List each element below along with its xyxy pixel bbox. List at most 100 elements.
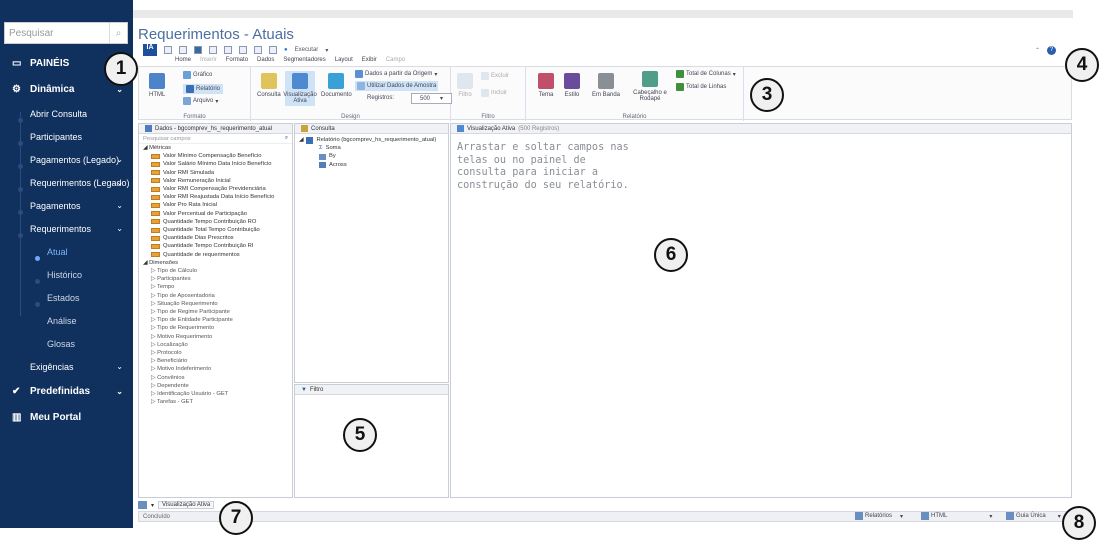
total-colunas-button[interactable]: Total de Colunas ▾	[676, 70, 736, 78]
metric-field[interactable]: Valor RMI Simulada	[143, 169, 292, 177]
chevron-down-icon[interactable]: ▾	[325, 47, 328, 54]
tab-visualizacao-ativa[interactable]: Visualização Ativa	[158, 501, 215, 509]
metric-field[interactable]: Quantidade Total Tempo Contribuição	[143, 226, 292, 234]
filtro-button[interactable]: Filtro	[457, 73, 473, 98]
tab-home[interactable]: Home	[175, 57, 191, 63]
dimension-node[interactable]: ▷ Beneficiário	[143, 357, 292, 365]
dimension-node[interactable]: ▷ Localização	[143, 341, 292, 349]
query-by[interactable]: By	[299, 152, 448, 160]
chevron-down-icon[interactable]: ▾	[151, 502, 154, 509]
tab-exibir[interactable]: Exibir	[362, 57, 377, 63]
collapse-ribbon-icon[interactable]: ⌃	[1035, 47, 1040, 54]
dimension-node[interactable]: ▷ Motivo Indeferimento	[143, 365, 292, 373]
tab-layout[interactable]: Layout	[335, 57, 353, 63]
redo-icon[interactable]	[224, 46, 232, 54]
search-icon[interactable]: ⌕	[285, 135, 288, 142]
dimension-node[interactable]: ▷ Tempo	[143, 283, 292, 291]
dimension-node[interactable]: ▷ Motivo Requerimento	[143, 333, 292, 341]
save-icon[interactable]	[194, 46, 202, 54]
metric-field[interactable]: Valor RMI Compensação Previdenciária	[143, 185, 292, 193]
metric-field[interactable]: Quantidade Dias Prescritos	[143, 234, 292, 242]
sidebar-item-meu-portal[interactable]: ▥ Meu Portal	[0, 404, 133, 430]
total-linhas-button[interactable]: Total de Linhas	[676, 83, 726, 91]
sigma-icon: Σ	[319, 145, 323, 152]
dimension-node[interactable]: ▷ Situação Requerimento	[143, 300, 292, 308]
dimension-node[interactable]: ▷ Tarefas - GET	[143, 398, 292, 406]
tema-button[interactable]: Tema	[538, 73, 554, 98]
app-logo-icon[interactable]: IA	[143, 44, 157, 56]
sidebar-item-estados[interactable]: Estados	[0, 286, 133, 309]
query-soma[interactable]: Σ Soma	[299, 144, 448, 152]
sidebar-item-predefinidas[interactable]: ✔ Predefinidas ⌄	[0, 378, 133, 404]
tab-formato[interactable]: Formato	[226, 57, 248, 63]
metric-field[interactable]: Quantidade Tempo Contribuição RO	[143, 218, 292, 226]
dados-origem-option[interactable]: Dados a partir da Origem ▾	[355, 70, 437, 78]
registros-input[interactable]: 500 ▾	[411, 93, 453, 104]
nav-dot	[18, 141, 23, 146]
dimension-node[interactable]: ▷ Dependente	[143, 382, 292, 390]
tab-campo[interactable]: Campo	[386, 57, 405, 63]
field-search[interactable]: Pesquisar campos ⌕	[139, 134, 292, 144]
arquivo-button[interactable]: Arquivo ▾	[183, 97, 218, 105]
dimension-node[interactable]: ▷ Participantes	[143, 275, 292, 283]
dimension-node[interactable]: ▷ Tipo de Regime Participante	[143, 308, 292, 316]
metric-field[interactable]: Valor Percentual de Participação	[143, 210, 292, 218]
visualizacao-ativa-button[interactable]: Visualização Ativa	[283, 71, 317, 106]
export-icon[interactable]	[269, 46, 277, 54]
html-select[interactable]: HTML ▾	[921, 512, 992, 520]
help-icon[interactable]: ?	[1047, 45, 1056, 55]
html-button[interactable]: HTML	[149, 73, 165, 98]
relatorios-select[interactable]: Relatórios ▾	[855, 512, 903, 520]
cabecalho-rodape-button[interactable]: Cabeçalho e Rodapé	[630, 71, 670, 102]
metric-field[interactable]: Valor Salário Mínimo Data Início Benefíc…	[143, 160, 292, 168]
view-menu-icon[interactable]	[138, 501, 147, 509]
dimension-node[interactable]: ▷ Tipo de Aposentadoria	[143, 292, 292, 300]
sidebar-item-analise[interactable]: Análise	[0, 309, 133, 332]
dimension-node[interactable]: ▷ Identificação Usuário - GET	[143, 390, 292, 398]
metric-field[interactable]: Quantidade de requerimentos	[143, 251, 292, 259]
run-icon[interactable]: ●	[284, 47, 288, 53]
open-icon[interactable]	[179, 46, 187, 54]
filter-icon	[457, 73, 473, 89]
estilo-button[interactable]: Estilo	[564, 73, 580, 98]
search-icon[interactable]	[239, 46, 247, 54]
dimension-node[interactable]: ▷ Protocolo	[143, 349, 292, 357]
executar-button[interactable]: Executar	[295, 47, 319, 53]
metric-field[interactable]: Valor Remuneração Inicial	[143, 177, 292, 185]
guia-select[interactable]: Guia Única ▾	[1006, 512, 1061, 520]
metric-field[interactable]: Valor Pro Rata Inicial	[143, 201, 292, 209]
dimension-node[interactable]: ▷ Tipo de Entidade Participante	[143, 316, 292, 324]
incluir-button[interactable]: Incluir	[481, 89, 507, 97]
dimensoes-node[interactable]: ◢ Dimensões	[143, 259, 292, 267]
excluir-button[interactable]: Excluir	[481, 72, 509, 80]
consulta-button[interactable]: Consulta	[257, 73, 281, 98]
field-search-input[interactable]: Pesquisar campos	[143, 136, 285, 142]
sidebar-item-atual[interactable]: Atual	[0, 240, 133, 263]
query-across[interactable]: Across	[299, 161, 448, 169]
metric-field[interactable]: Quantidade Tempo Contribuição RI	[143, 242, 292, 250]
sidebar-item-glosas[interactable]: Glosas	[0, 332, 133, 355]
em-banda-button[interactable]: Em Banda	[592, 73, 620, 98]
dimension-node[interactable]: ▷ Tipo de Requerimento	[143, 324, 292, 332]
query-root[interactable]: ◢ Relatório (bgcomprev_hs_requerimento_a…	[299, 136, 448, 144]
print-icon[interactable]	[254, 46, 262, 54]
metric-field[interactable]: Valor Mínimo Compensação Benefício	[143, 152, 292, 160]
search-input[interactable]: Pesquisar	[5, 28, 109, 39]
sidebar-item-exigencias[interactable]: Exigências ⌄	[0, 355, 133, 378]
undo-icon[interactable]	[209, 46, 217, 54]
tab-dados[interactable]: Dados	[257, 57, 274, 63]
dados-amostra-option[interactable]: Utilizar Dados de Amostra	[355, 81, 439, 91]
metric-field[interactable]: Valor RMI Reajustada Data Início Benefíc…	[143, 193, 292, 201]
documento-button[interactable]: Documento	[321, 73, 352, 98]
sidebar-item-historico[interactable]: Histórico	[0, 263, 133, 286]
dimension-node[interactable]: ▷ Tipo de Cálculo	[143, 267, 292, 275]
dimension-node[interactable]: ▷ Convênios	[143, 374, 292, 382]
search-icon[interactable]: ⌕	[109, 23, 127, 43]
tab-segmentadores[interactable]: Segmentadores	[283, 57, 325, 63]
new-icon[interactable]	[164, 46, 172, 54]
tab-inserir[interactable]: Inserir	[200, 57, 217, 63]
relatorio-button[interactable]: Relatório	[183, 84, 224, 94]
sidebar-search[interactable]: Pesquisar ⌕	[4, 22, 128, 44]
grafico-button[interactable]: Gráfico	[183, 71, 212, 79]
metricas-node[interactable]: ◢ Métricas	[143, 144, 292, 152]
